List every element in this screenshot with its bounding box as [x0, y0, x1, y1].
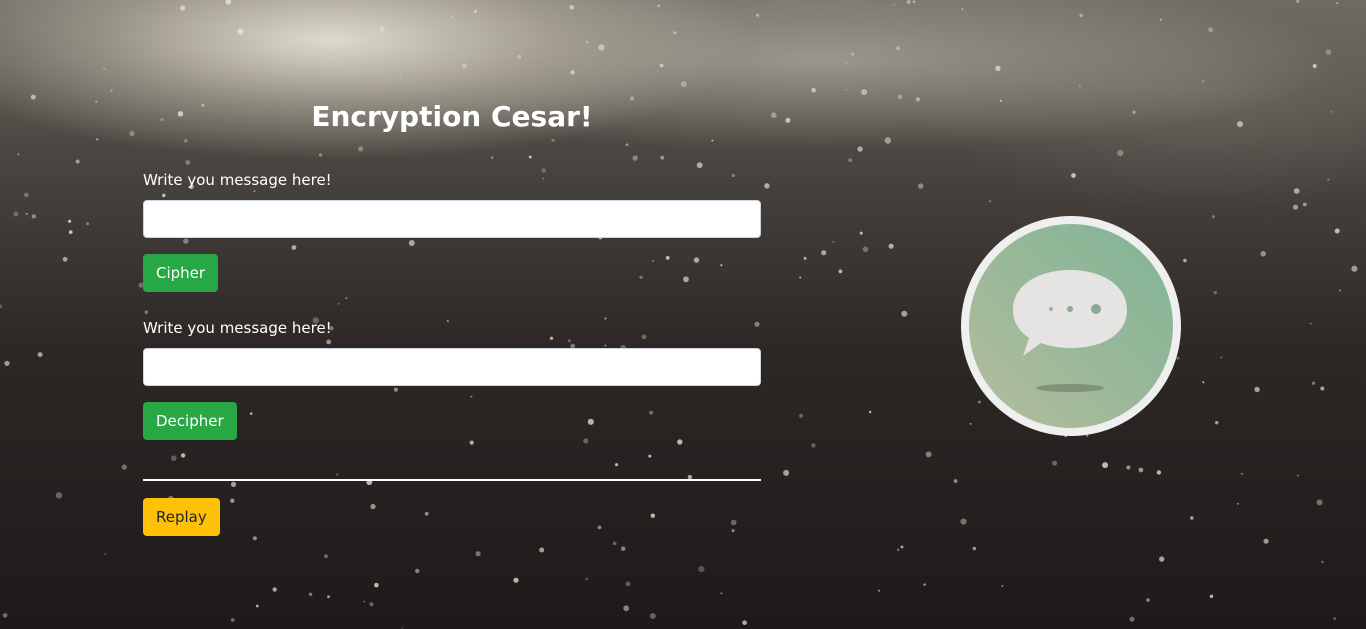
chat-illustration — [957, 212, 1185, 440]
cipher-input-label: Write you message here! — [143, 171, 332, 189]
cipher-message-input[interactable] — [143, 200, 761, 238]
decipher-message-input[interactable] — [143, 348, 761, 386]
decipher-button[interactable]: Decipher — [143, 402, 237, 440]
page-title: Encryption Cesar! — [311, 100, 593, 133]
replay-button[interactable]: Replay — [143, 498, 220, 536]
chat-bubble-icon — [961, 216, 1181, 436]
page-background: Encryption Cesar! Write you message here… — [0, 0, 1366, 629]
divider — [143, 479, 761, 481]
cipher-button[interactable]: Cipher — [143, 254, 219, 292]
decipher-input-label: Write you message here! — [143, 319, 332, 337]
